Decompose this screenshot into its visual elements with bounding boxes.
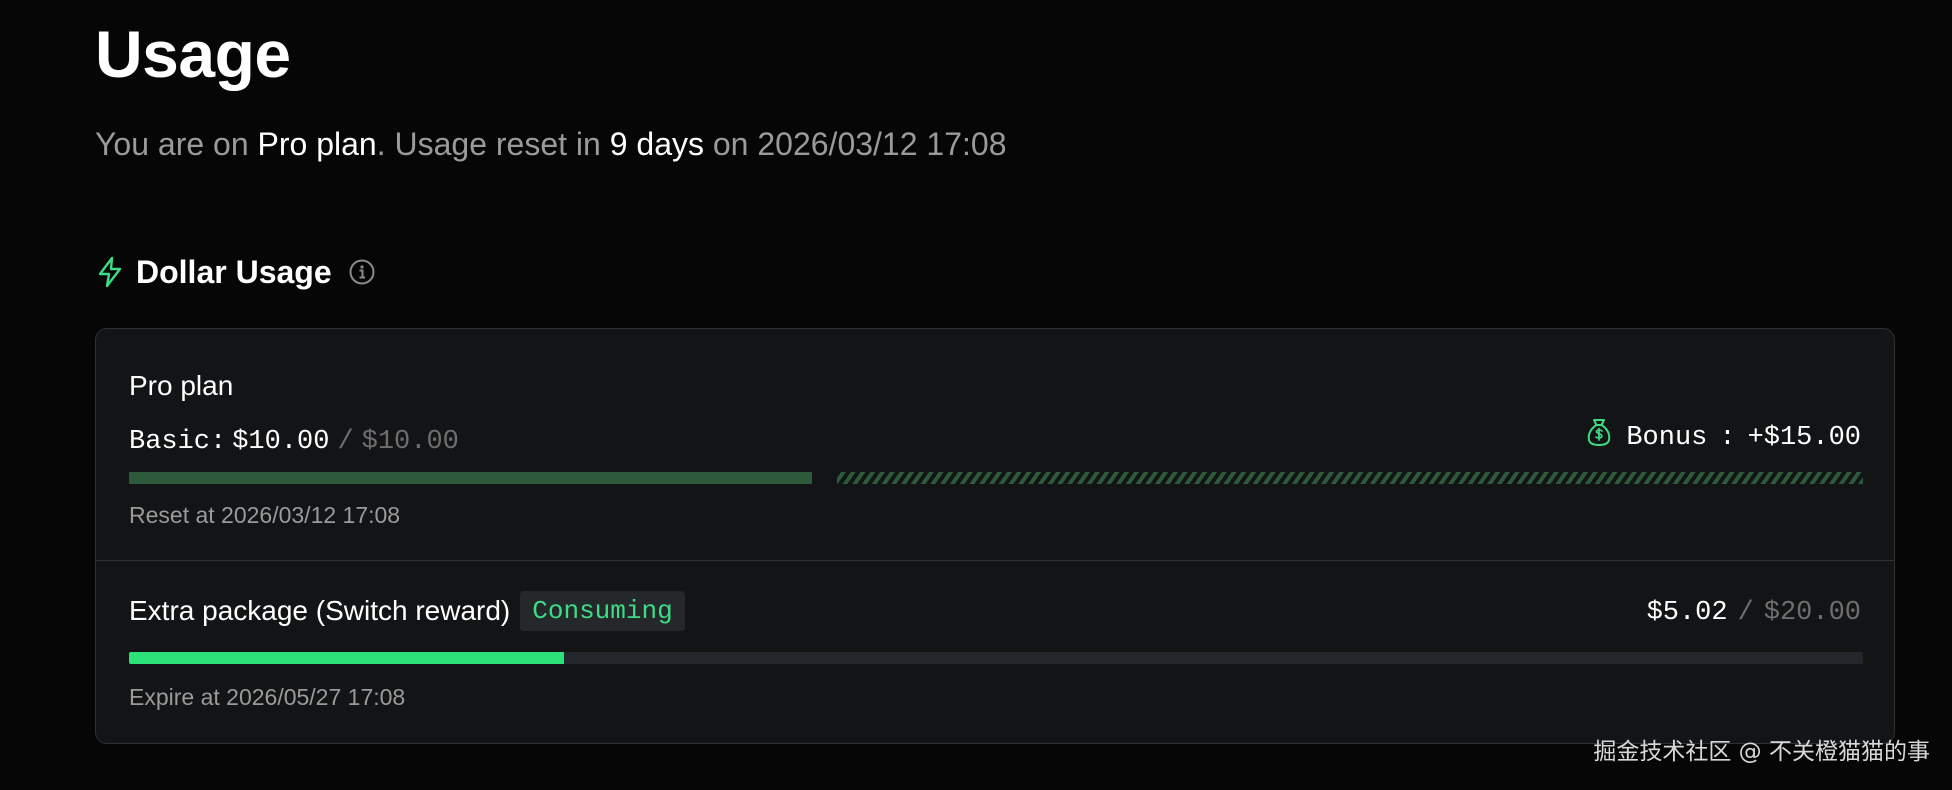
moneybag-icon <box>1586 417 1612 447</box>
page-title: Usage <box>95 17 291 91</box>
extra-separator: / <box>1737 598 1754 628</box>
bonus-colon: : <box>1719 423 1736 453</box>
extra-package-section: Extra package (Switch reward) Consuming … <box>96 561 1894 743</box>
basic-used-amount: $10.00 <box>232 427 330 457</box>
plan-name-highlight: Pro plan <box>257 126 377 162</box>
basic-label: Basic: <box>129 427 227 457</box>
extra-progress-fill <box>129 652 565 664</box>
bonus-value: +$15.00 <box>1747 423 1861 453</box>
plan-summary-mid: . Usage reset in <box>376 126 610 162</box>
bonus-label: Bonus <box>1626 423 1708 453</box>
basic-usage-row: Basic: $10.00/$10.00 <box>129 425 459 459</box>
bonus-progress-bar <box>837 472 1863 484</box>
extra-package-amount: $5.02 / $20.00 <box>1647 596 1861 630</box>
pro-plan-section: Pro plan Basic: $10.00/$10.00 Bonus: +$15.… <box>96 329 1894 561</box>
extra-used-amount: $5.02 <box>1646 598 1728 628</box>
extra-package-row: Extra package (Switch reward) Consuming <box>129 591 685 631</box>
status-badge: Consuming <box>520 591 685 631</box>
reset-date: Reset at 2026/03/12 17:08 <box>129 502 401 528</box>
watermark: 掘金技术社区 @ 不关橙猫猫的事 <box>1593 739 1930 765</box>
extra-progress-track <box>129 652 1863 664</box>
dollar-usage-header: Dollar Usage <box>97 250 376 294</box>
plan-summary-suffix: on 2026/03/12 17:08 <box>703 126 1007 162</box>
reset-days-highlight: 9 days <box>609 126 704 162</box>
extra-total-amount: $20.00 <box>1763 598 1861 628</box>
info-icon[interactable] <box>348 258 376 286</box>
expire-date: Expire at 2026/05/27 17:08 <box>129 684 406 710</box>
plan-summary-prefix: You are on <box>95 126 258 162</box>
plan-summary: You are on Pro plan. Usage reset in 9 da… <box>95 122 1006 166</box>
usage-page: Usage You are on Pro plan. Usage reset i… <box>0 0 1952 790</box>
basic-total-amount: $10.00 <box>361 427 459 457</box>
bolt-icon <box>97 256 123 288</box>
pro-plan-name: Pro plan <box>129 370 234 401</box>
basic-separator: / <box>337 427 354 457</box>
usage-card: Pro plan Basic: $10.00/$10.00 Bonus: +$15.… <box>95 328 1895 744</box>
dollar-usage-title: Dollar Usage <box>136 253 332 290</box>
bonus-row: Bonus: +$15.00 <box>1586 419 1861 455</box>
basic-progress-bar <box>129 472 812 484</box>
extra-package-name: Extra package (Switch reward) <box>129 595 511 626</box>
